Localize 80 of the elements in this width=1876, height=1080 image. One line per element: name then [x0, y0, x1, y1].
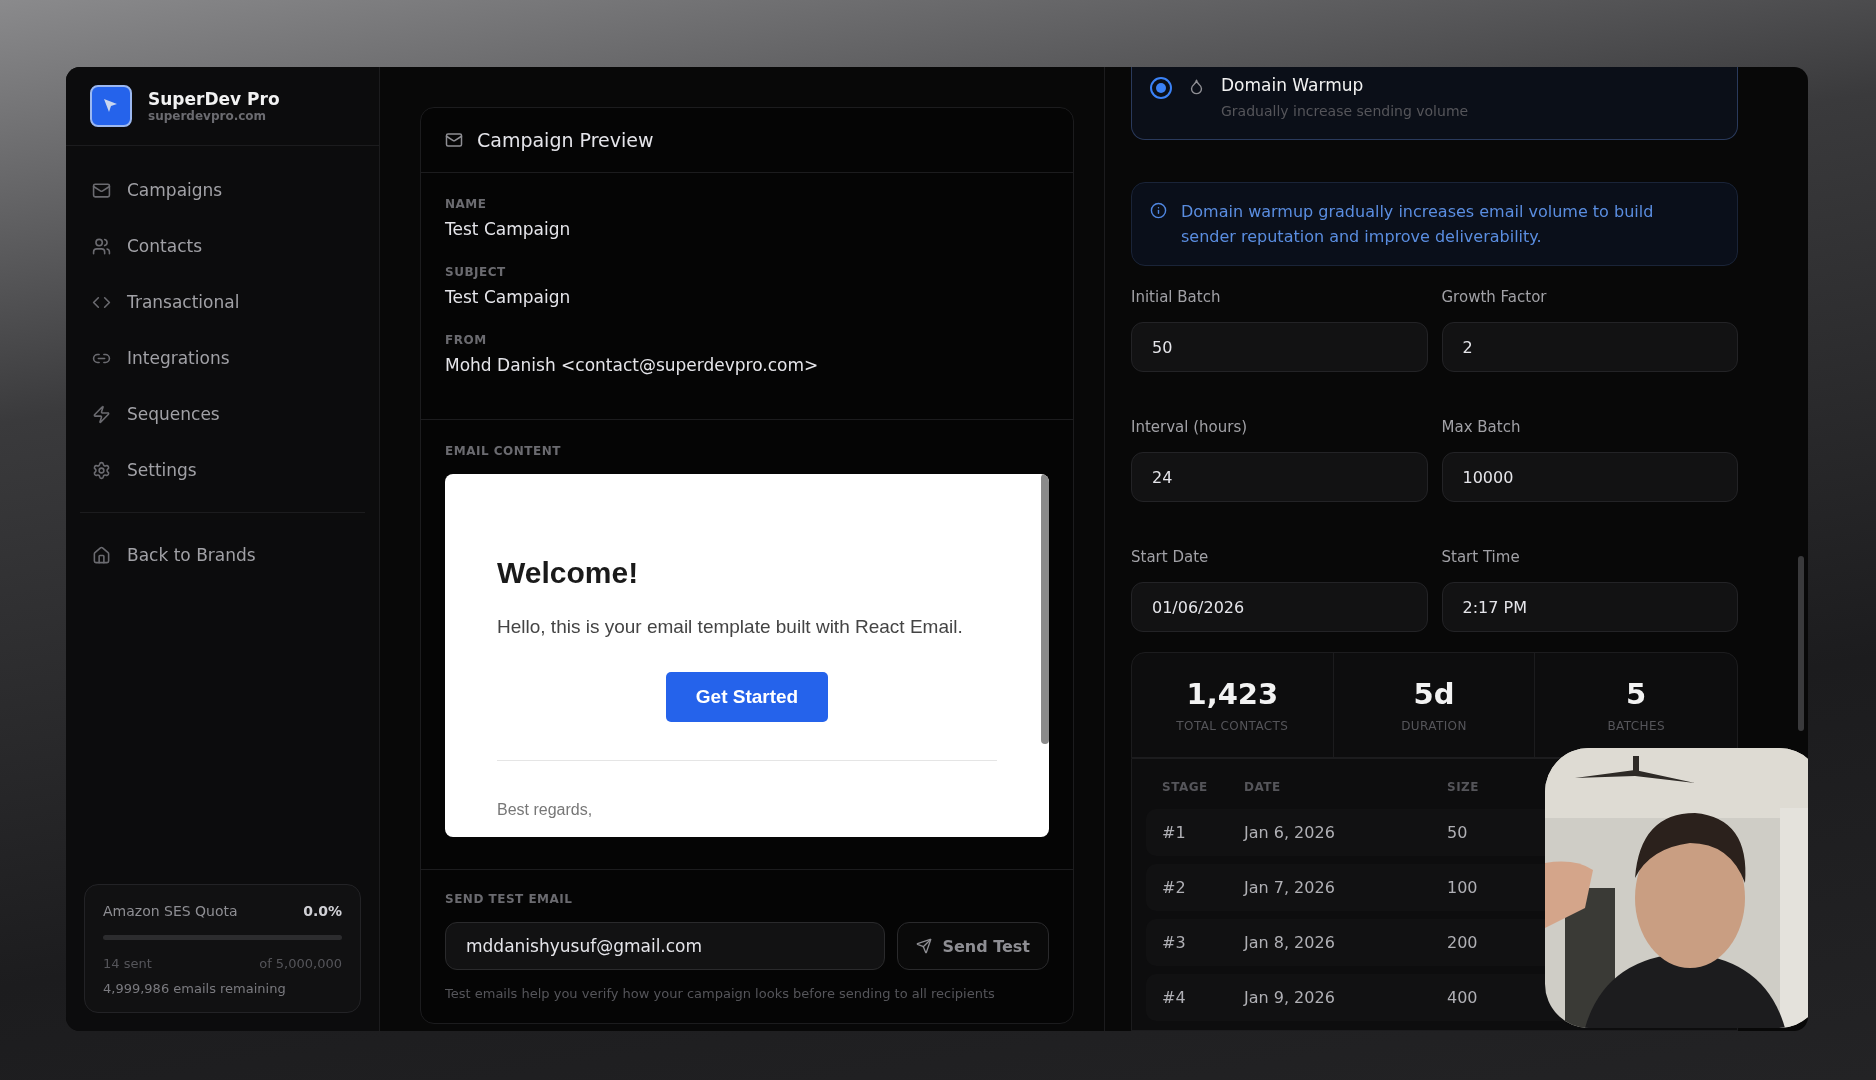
field-label: NAME — [445, 197, 488, 211]
lightning-icon — [92, 404, 111, 424]
logo-icon — [90, 85, 132, 127]
back-link[interactable]: Back to Brands — [78, 527, 367, 583]
email-signoff: Best regards, — [497, 801, 594, 819]
stat-label: TOTAL CONTACTS — [1176, 719, 1289, 733]
option-subtitle: Gradually increase sending volume — [1221, 103, 1469, 119]
nav-item[interactable]: Settings — [78, 442, 367, 498]
table-cell-text: Jan 8, 2026 — [1244, 933, 1336, 952]
brand-domain: superdevpro.com — [148, 109, 268, 123]
stat-label: DURATION — [1401, 719, 1467, 733]
table-cell-text: Jan 9, 2026 — [1244, 988, 1336, 1007]
column-header: DATE — [1244, 780, 1282, 794]
stat-value: 5d — [1413, 677, 1455, 711]
droplet-icon — [1188, 78, 1205, 95]
input-field[interactable]: 10000 — [1441, 452, 1738, 502]
email-body: Hello, this is your email template built with React Email. — [497, 616, 964, 638]
input-label: Start Time — [1441, 548, 1521, 566]
input-field[interactable]: 24 — [1131, 452, 1428, 502]
email-heading: Welcome! — [497, 556, 640, 590]
section-label: SEND TEST EMAIL — [445, 892, 574, 906]
field-value: Test Campaign — [445, 219, 572, 239]
mail-icon — [92, 180, 111, 200]
card-title: Campaign Preview — [477, 129, 654, 151]
field-label: FROM — [445, 333, 488, 347]
table-cell-text: 100 — [1447, 878, 1479, 897]
stat-value: 5 — [1626, 677, 1647, 711]
nav-item[interactable]: Campaigns — [78, 162, 367, 218]
scrollbar[interactable] — [1041, 474, 1049, 744]
quota-percent: 0.0% — [303, 903, 342, 919]
table-cell-text: #2 — [1162, 878, 1187, 897]
info-text: Domain warmup gradually increases email volume to build sender reputation and improve deliverability. — [1181, 201, 1655, 248]
input-field[interactable]: 50 — [1131, 322, 1428, 372]
input-label: Initial Batch — [1131, 288, 1222, 306]
table-cell-text: Jan 6, 2026 — [1244, 823, 1336, 842]
table-cell-text: 400 — [1447, 988, 1479, 1007]
section-label: EMAIL CONTENT — [445, 444, 562, 458]
nav-item[interactable]: Sequences — [78, 386, 367, 442]
input-label: Growth Factor — [1441, 288, 1548, 306]
column-header: STAGE — [1162, 780, 1209, 794]
table-cell-text: 200 — [1447, 933, 1479, 952]
table-cell-text: #4 — [1162, 988, 1187, 1007]
radio-button[interactable] — [1150, 77, 1172, 99]
quota-total: of 5,000,000 — [259, 956, 342, 971]
field-value: Test Campaign — [445, 287, 572, 307]
brand-name: SuperDev Pro — [148, 89, 280, 109]
warmup-option[interactable]: Domain Warmup Gradually increase sending volume — [1131, 67, 1738, 140]
field-label: SUBJECT — [445, 265, 507, 279]
send-icon — [916, 938, 933, 954]
input-field[interactable]: 2 — [1441, 322, 1738, 372]
hint-text: Test emails help you verify how your campaign looks before sending to all recipients — [445, 986, 996, 1001]
users-icon — [92, 236, 111, 256]
input-field[interactable]: 2:17 PM — [1441, 582, 1738, 632]
scrollbar[interactable] — [1798, 556, 1804, 731]
mail-icon — [445, 131, 463, 149]
quota-title: Amazon SES Quota — [103, 903, 238, 919]
email-field[interactable]: mddanishyusuf@gmail.com — [445, 922, 886, 970]
stat-label: BATCHES — [1607, 719, 1665, 733]
input-label: Max Batch — [1441, 418, 1522, 436]
remaining-text: 4,999,986 emails remaining — [103, 981, 287, 996]
column-header: SIZE — [1447, 780, 1480, 794]
table-cell-text: #3 — [1162, 933, 1187, 952]
home-icon — [92, 545, 111, 565]
option-title: Domain Warmup — [1221, 75, 1365, 95]
info-icon — [1150, 202, 1167, 219]
table-cell-text: #1 — [1162, 823, 1187, 842]
table-cell-text: 50 — [1447, 823, 1469, 842]
get-started-button[interactable]: Get Started — [665, 672, 829, 722]
input-field[interactable]: 01/06/2026 — [1131, 582, 1428, 632]
settings-icon — [92, 460, 111, 480]
nav-item[interactable]: Integrations — [78, 330, 367, 386]
sent-count: 14 sent — [103, 956, 152, 971]
field-value: Mohd Danish <contact@superdevpro.com> — [445, 355, 820, 375]
nav-item[interactable]: Contacts — [78, 218, 367, 274]
input-label: Interval (hours) — [1131, 418, 1249, 436]
send-test-button[interactable]: Send Test — [897, 922, 1049, 970]
nav-item[interactable]: Transactional — [78, 274, 367, 330]
input-label: Start Date — [1131, 548, 1210, 566]
table-cell-text: Jan 7, 2026 — [1244, 878, 1336, 897]
stat-value: 1,423 — [1186, 677, 1279, 711]
